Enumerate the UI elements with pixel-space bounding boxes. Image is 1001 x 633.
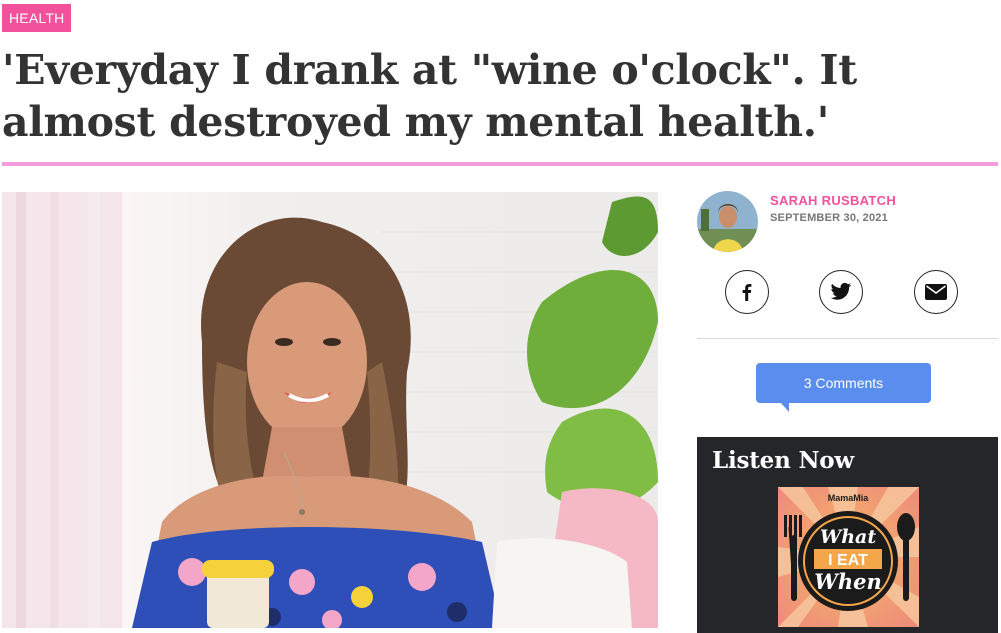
podcast-brand: MamaMia [828, 493, 870, 503]
category-tag[interactable]: HEALTH [2, 4, 72, 32]
title-divider [2, 162, 998, 166]
share-email-button[interactable] [914, 270, 958, 314]
podcast-title-line1: What [820, 526, 876, 548]
facebook-icon [742, 284, 752, 301]
listen-now-title: Listen Now [712, 447, 855, 474]
comments-bubble-tail [780, 402, 789, 412]
sidebar-divider [697, 338, 998, 339]
comments-button[interactable]: 3 Comments [756, 363, 931, 403]
podcast-cover[interactable]: MamaMia What I EAT When [778, 487, 919, 627]
twitter-icon [830, 282, 852, 300]
podcast-title-line2: I EAT [828, 552, 868, 569]
email-icon [925, 284, 947, 300]
listen-now-panel: Listen Now MamaMia What I EAT When [697, 437, 998, 633]
author-name[interactable]: SARAH RUSBATCH [770, 193, 896, 208]
article-title: 'Everyday I drank at "wine o'clock". It … [2, 46, 857, 146]
author-avatar[interactable] [697, 191, 758, 252]
podcast-title-line3: When [814, 569, 881, 594]
hero-image [2, 192, 658, 628]
share-twitter-button[interactable] [819, 270, 863, 314]
share-facebook-button[interactable] [725, 270, 769, 314]
publish-date: SEPTEMBER 30, 2021 [770, 212, 888, 224]
